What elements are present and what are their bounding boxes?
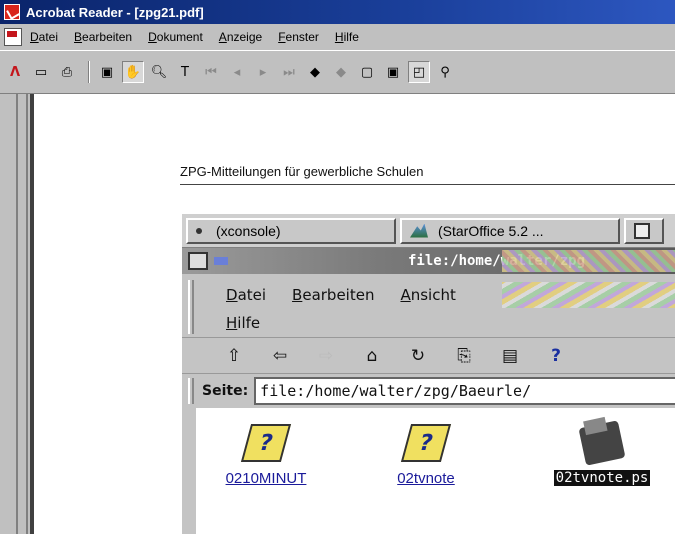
first-page-icon[interactable]: ⏮: [200, 61, 222, 83]
url-input[interactable]: file:/home/walter/zpg/Baeurle/: [254, 377, 675, 405]
staroffice-titlebar: file:/home/walter/zpg: [182, 248, 675, 274]
print-icon[interactable]: ⎙: [56, 61, 78, 83]
back-arrow-icon[interactable]: ⇦: [268, 345, 292, 367]
text-select-icon[interactable]: T: [174, 61, 196, 83]
image-artifact: [502, 250, 675, 272]
so-menu-hilfe[interactable]: Hilfe: [226, 314, 260, 332]
actual-size-icon[interactable]: ▢: [356, 61, 378, 83]
file-item[interactable]: ? 02tvnote: [366, 424, 486, 488]
task-xconsole[interactable]: (xconsole): [186, 217, 396, 244]
window-icon: [634, 222, 650, 239]
paste-icon[interactable]: ▤: [498, 345, 522, 367]
window-title: Acrobat Reader - [zpg21.pdf]: [26, 4, 204, 20]
menu-bar: Datei Bearbeiten Dokument Anzeige Fenste…: [0, 24, 675, 50]
frame-rule: [16, 94, 18, 534]
window-menu-icon[interactable]: [188, 252, 208, 270]
pin-icon[interactable]: [214, 257, 228, 265]
file-name[interactable]: 02tvnote: [397, 470, 455, 487]
zoom-icon[interactable]: 🔍︎: [148, 61, 170, 83]
pdf-page: ZPG-Mitteilungen für gewerbliche Schulen…: [34, 94, 675, 534]
frame-rule: [26, 94, 28, 534]
printer-icon: [578, 420, 626, 466]
fit-page-icon[interactable]: ▣: [382, 61, 404, 83]
prev-page-icon[interactable]: ◂: [226, 61, 248, 83]
open-folder-icon[interactable]: ▭: [30, 61, 52, 83]
embedded-screenshot: (xconsole) (StarOffice 5.2 ... file:/hom…: [182, 214, 675, 534]
reload-icon[interactable]: ↻: [406, 345, 430, 367]
task-staroffice[interactable]: (StarOffice 5.2 ...: [400, 217, 620, 244]
menu-fenster[interactable]: Fenster: [278, 30, 319, 44]
heading-rule: [180, 184, 675, 185]
toolbar-separator: [88, 61, 90, 83]
so-menu-bearbeiten[interactable]: Bearbeiten: [292, 286, 374, 304]
page-layout-icon[interactable]: ▣: [96, 61, 118, 83]
file-name[interactable]: 0210MINUT: [226, 470, 307, 487]
task-label: (StarOffice 5.2 ...: [438, 222, 544, 239]
file-item[interactable]: ? 0210MINUT: [206, 424, 326, 488]
left-frame: [0, 94, 34, 534]
copy-icon[interactable]: ⎘: [452, 345, 476, 367]
toolbar: ᐱ ▭ ⎙ ▣ ✋ 🔍︎ T ⏮ ◂ ▸ ⏭ ◆ ◆ ▢ ▣ ◰ ⚲: [0, 50, 675, 94]
task-other[interactable]: [624, 217, 664, 244]
file-view: ? 0210MINUT ? 02tvnote 02tvnote.ps: [182, 408, 675, 534]
menu-grip[interactable]: [188, 280, 194, 334]
image-artifact: [502, 282, 675, 308]
staroffice-toolbar: ⇧ ⇦ ⇨ ⌂ ↻ ⎘ ▤ ?: [182, 338, 675, 374]
last-page-icon[interactable]: ⏭: [278, 61, 300, 83]
home-icon[interactable]: ⌂: [360, 345, 384, 367]
console-icon: [196, 227, 202, 234]
staroffice-icon: [410, 223, 428, 238]
next-page-icon[interactable]: ▸: [252, 61, 274, 83]
question-doc-icon: ?: [400, 424, 452, 462]
urlbar-grip[interactable]: [188, 378, 194, 404]
fit-width-icon[interactable]: ◰: [408, 61, 430, 83]
staroffice-menu: Datei Bearbeiten Ansicht Hilfe: [182, 274, 675, 338]
document-icon[interactable]: [4, 28, 22, 46]
menu-datei[interactable]: Datei: [30, 30, 58, 44]
file-name-selected[interactable]: 02tvnote.ps: [553, 470, 651, 486]
url-label: Seite:: [202, 383, 249, 399]
find-icon[interactable]: ⚲: [434, 61, 456, 83]
so-menu-datei[interactable]: Datei: [226, 286, 266, 304]
acrobat-logo-icon[interactable]: ᐱ: [4, 61, 26, 83]
menu-dokument[interactable]: Dokument: [148, 30, 203, 44]
menu-anzeige[interactable]: Anzeige: [219, 30, 262, 44]
go-forward-icon[interactable]: ◆: [330, 61, 352, 83]
task-label: (xconsole): [216, 222, 281, 239]
up-arrow-icon[interactable]: ⇧: [222, 345, 246, 367]
taskbar: (xconsole) (StarOffice 5.2 ...: [182, 214, 675, 248]
file-item[interactable]: 02tvnote.ps: [542, 420, 662, 487]
question-doc-icon: ?: [240, 424, 292, 462]
title-bar: Acrobat Reader - [zpg21.pdf]: [0, 0, 675, 24]
url-bar: Seite: file:/home/walter/zpg/Baeurle/: [182, 374, 675, 408]
acrobat-icon: [4, 4, 20, 20]
so-menu-ansicht[interactable]: Ansicht: [400, 286, 455, 304]
go-back-icon[interactable]: ◆: [304, 61, 326, 83]
menu-bearbeiten[interactable]: Bearbeiten: [74, 30, 132, 44]
forward-arrow-icon[interactable]: ⇨: [314, 345, 338, 367]
document-heading: ZPG-Mitteilungen für gewerbliche Schulen: [180, 164, 424, 179]
menu-hilfe[interactable]: Hilfe: [335, 30, 359, 44]
help-icon[interactable]: ?: [544, 345, 568, 367]
hand-tool-icon[interactable]: ✋: [122, 61, 144, 83]
